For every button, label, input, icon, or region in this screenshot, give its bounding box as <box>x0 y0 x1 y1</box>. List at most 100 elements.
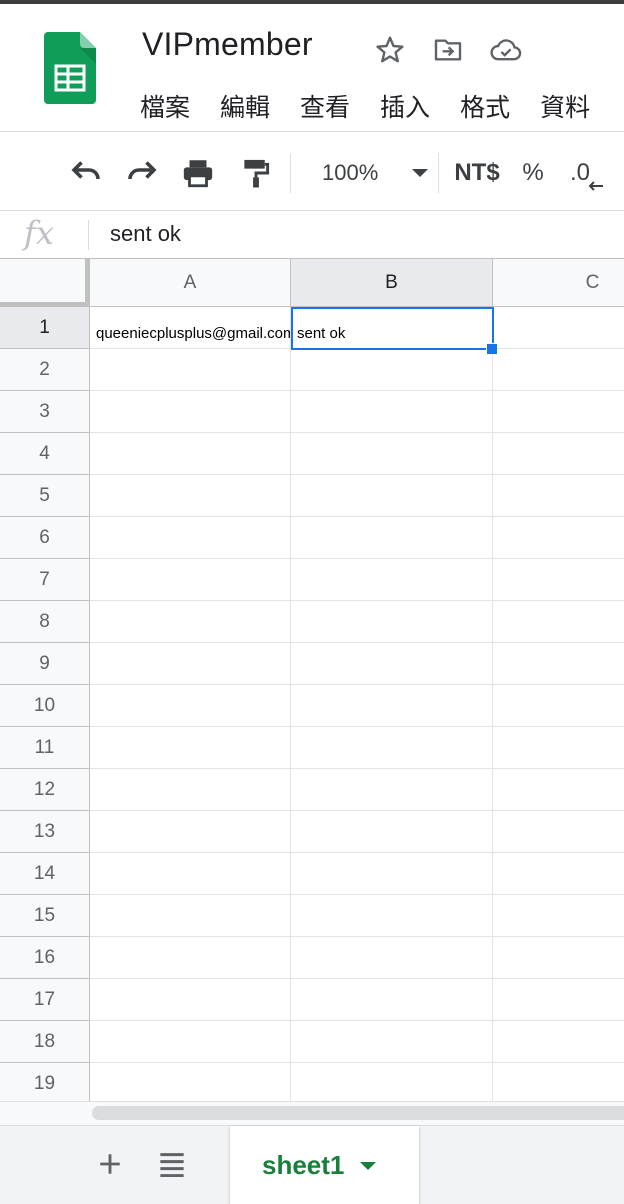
column-header-b[interactable]: B <box>291 259 493 307</box>
sheet-tab-sheet1[interactable]: sheet1 <box>230 1126 419 1204</box>
cell-b6[interactable] <box>291 517 493 559</box>
cell-c8[interactable] <box>493 601 624 643</box>
cell-c9[interactable] <box>493 643 624 685</box>
cell-b11[interactable] <box>291 727 493 769</box>
cell-a19[interactable] <box>90 1063 291 1101</box>
all-sheets-icon[interactable] <box>154 1146 190 1182</box>
cell-b12[interactable] <box>291 769 493 811</box>
cell-a17[interactable] <box>90 979 291 1021</box>
cell-a11[interactable] <box>90 727 291 769</box>
cell-a4[interactable] <box>90 433 291 475</box>
cell-c7[interactable] <box>493 559 624 601</box>
column-header-a[interactable]: A <box>90 259 291 307</box>
cell-b3[interactable] <box>291 391 493 433</box>
cell-a5[interactable] <box>90 475 291 517</box>
cell-a18[interactable] <box>90 1021 291 1063</box>
cell-b7[interactable] <box>291 559 493 601</box>
row-header[interactable]: 3 <box>0 391 90 433</box>
menu-view[interactable]: 查看 <box>300 88 350 124</box>
row-header[interactable]: 19 <box>0 1063 90 1101</box>
fill-handle[interactable] <box>486 343 498 355</box>
cell-a6[interactable] <box>90 517 291 559</box>
cell-a13[interactable] <box>90 811 291 853</box>
print-icon[interactable] <box>176 153 220 193</box>
move-to-folder-icon[interactable] <box>430 32 466 68</box>
menu-file[interactable]: 檔案 <box>140 88 190 124</box>
undo-icon[interactable] <box>64 153 108 193</box>
cell-c15[interactable] <box>493 895 624 937</box>
currency-format-button[interactable]: NT$ <box>448 153 506 193</box>
cloud-saved-icon[interactable] <box>488 32 524 68</box>
row-header[interactable]: 16 <box>0 937 90 979</box>
google-sheets-logo-icon[interactable] <box>44 32 96 104</box>
cell-a9[interactable] <box>90 643 291 685</box>
cell-a2[interactable] <box>90 349 291 391</box>
cell-b19[interactable] <box>291 1063 493 1101</box>
cell-b15[interactable] <box>291 895 493 937</box>
row-header[interactable]: 10 <box>0 685 90 727</box>
cell-c6[interactable] <box>493 517 624 559</box>
row-header[interactable]: 1 <box>0 307 90 349</box>
cell-c5[interactable] <box>493 475 624 517</box>
cell-b18[interactable] <box>291 1021 493 1063</box>
document-title[interactable]: VIPmember <box>142 26 313 63</box>
horizontal-scrollbar[interactable] <box>0 1101 624 1125</box>
redo-icon[interactable] <box>120 153 164 193</box>
cell-c12[interactable] <box>493 769 624 811</box>
cell-c19[interactable] <box>493 1063 624 1101</box>
cell-a7[interactable] <box>90 559 291 601</box>
menu-insert[interactable]: 插入 <box>380 88 430 124</box>
cell-b5[interactable] <box>291 475 493 517</box>
cell-a8[interactable] <box>90 601 291 643</box>
formula-input[interactable]: sent ok <box>110 221 181 247</box>
cell-b2[interactable] <box>291 349 493 391</box>
cell-b14[interactable] <box>291 853 493 895</box>
cell-c4[interactable] <box>493 433 624 475</box>
cell-c18[interactable] <box>493 1021 624 1063</box>
percent-format-button[interactable]: % <box>516 153 550 193</box>
cell-b1[interactable]: sent ok <box>291 307 493 349</box>
cell-a3[interactable] <box>90 391 291 433</box>
cell-c11[interactable] <box>493 727 624 769</box>
cell-a10[interactable] <box>90 685 291 727</box>
cell-a16[interactable] <box>90 937 291 979</box>
cell-a1[interactable]: queeniecplusplus@gmail.com <box>90 307 291 349</box>
cell-a15[interactable] <box>90 895 291 937</box>
cell-a14[interactable] <box>90 853 291 895</box>
cell-b10[interactable] <box>291 685 493 727</box>
cell-c13[interactable] <box>493 811 624 853</box>
cell-b8[interactable] <box>291 601 493 643</box>
row-header[interactable]: 15 <box>0 895 90 937</box>
row-header[interactable]: 18 <box>0 1021 90 1063</box>
cell-c16[interactable] <box>493 937 624 979</box>
row-header[interactable]: 8 <box>0 601 90 643</box>
cell-b4[interactable] <box>291 433 493 475</box>
cell-b13[interactable] <box>291 811 493 853</box>
row-header[interactable]: 17 <box>0 979 90 1021</box>
cell-c10[interactable] <box>493 685 624 727</box>
row-header[interactable]: 9 <box>0 643 90 685</box>
plus-icon[interactable] <box>92 1146 128 1182</box>
row-header[interactable]: 2 <box>0 349 90 391</box>
decrease-decimal-button[interactable]: .0 <box>566 153 610 193</box>
cell-c1[interactable] <box>493 307 624 349</box>
cell-c17[interactable] <box>493 979 624 1021</box>
cell-a12[interactable] <box>90 769 291 811</box>
row-header[interactable]: 11 <box>0 727 90 769</box>
cell-b17[interactable] <box>291 979 493 1021</box>
column-header-c[interactable]: C <box>493 259 624 307</box>
menu-format[interactable]: 格式 <box>460 88 510 124</box>
zoom-select[interactable]: 100% <box>306 153 429 193</box>
paint-format-icon[interactable] <box>234 153 278 193</box>
cell-c3[interactable] <box>493 391 624 433</box>
cell-c14[interactable] <box>493 853 624 895</box>
cell-b16[interactable] <box>291 937 493 979</box>
cell-b9[interactable] <box>291 643 493 685</box>
row-header[interactable]: 5 <box>0 475 90 517</box>
star-icon[interactable] <box>372 32 408 68</box>
row-header[interactable]: 6 <box>0 517 90 559</box>
chevron-down-icon[interactable] <box>360 1161 377 1170</box>
row-header[interactable]: 13 <box>0 811 90 853</box>
select-all-corner[interactable] <box>0 259 90 307</box>
row-header[interactable]: 14 <box>0 853 90 895</box>
